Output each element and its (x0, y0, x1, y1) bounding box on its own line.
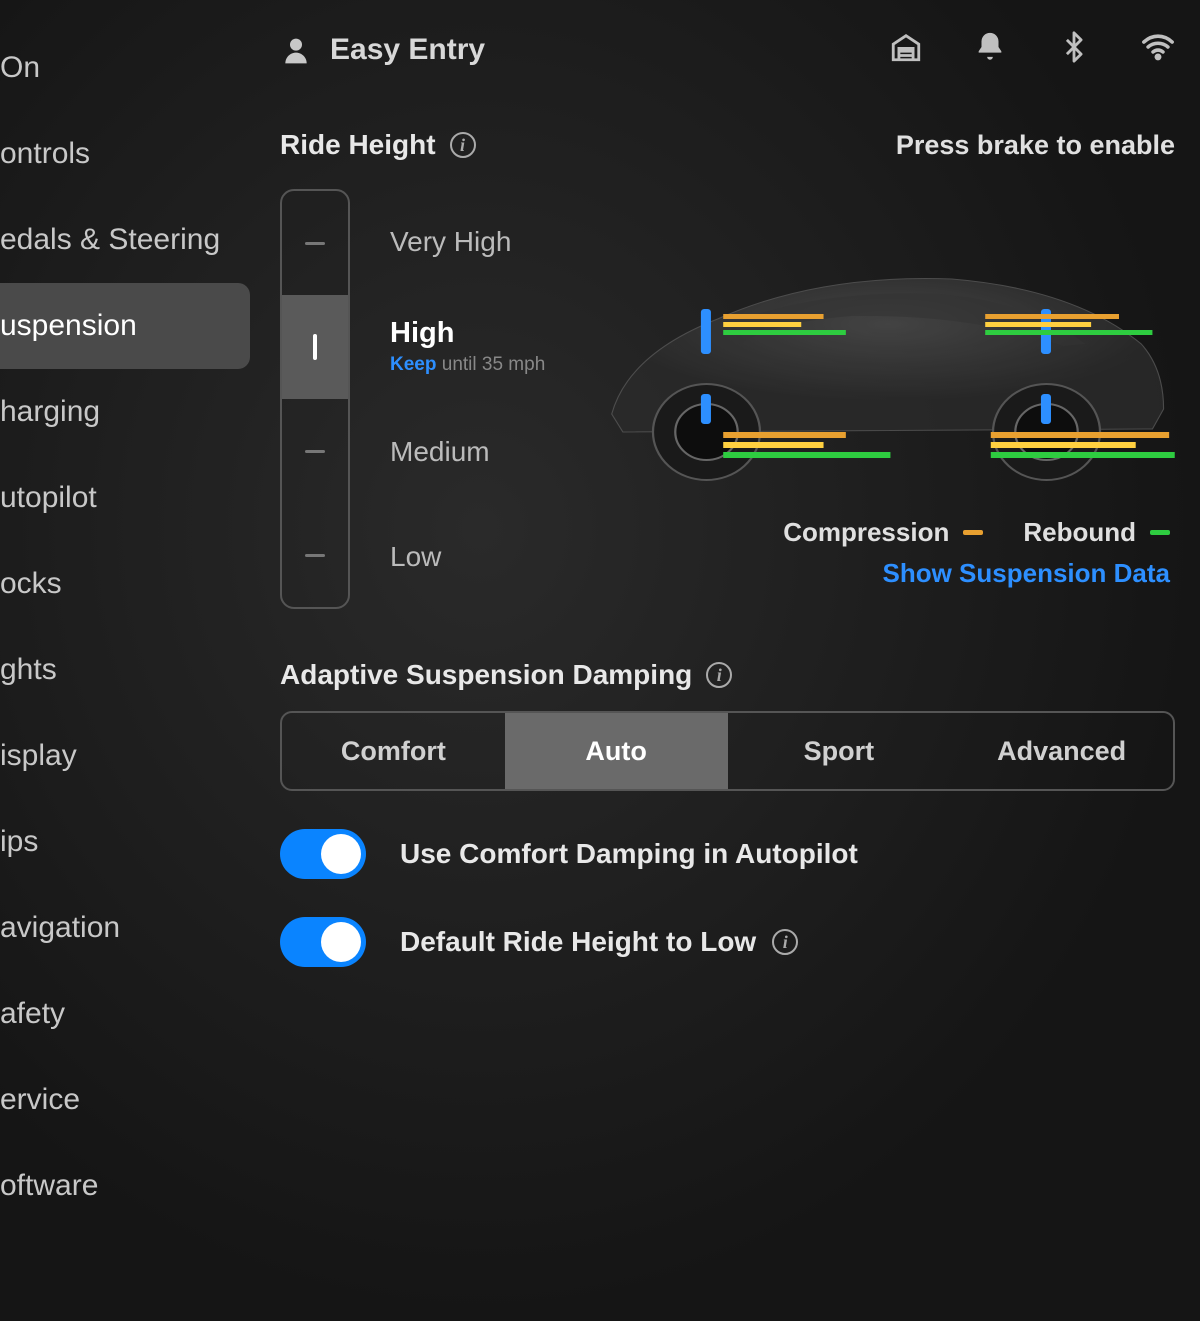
profile-button[interactable]: Easy Entry (280, 33, 485, 67)
main-panel: Easy Entry Ride Height i Press brake to … (250, 0, 1200, 1321)
ride-height-panel: Very High High Keep until 35 mph Medium … (280, 189, 1175, 609)
height-label-very-high: Very High (390, 189, 545, 294)
sidebar-item-trips[interactable]: ips (0, 799, 250, 885)
sidebar-item-locks[interactable]: ocks (0, 541, 250, 627)
wifi-icon[interactable] (1141, 30, 1175, 69)
sidebar-item-lights[interactable]: ghts (0, 627, 250, 713)
height-label-high: High Keep until 35 mph (390, 294, 545, 399)
sidebar-item-pedals-steering[interactable]: edals & Steering (0, 197, 250, 283)
ride-height-labels: Very High High Keep until 35 mph Medium … (380, 189, 545, 609)
height-label-medium: Medium (390, 399, 545, 504)
damping-option-comfort[interactable]: Comfort (282, 713, 505, 789)
damping-mode-selector[interactable]: Comfort Auto Sport Advanced (280, 711, 1175, 791)
damping-option-auto[interactable]: Auto (505, 713, 728, 789)
sidebar-item-controls[interactable]: ontrols (0, 111, 250, 197)
viz-legend: Compression Rebound Show Suspension Data (783, 517, 1170, 589)
toggle-comfort-autopilot-row: Use Comfort Damping in Autopilot (280, 829, 1175, 879)
height-step-very-high[interactable] (282, 191, 348, 295)
bell-icon[interactable] (973, 30, 1007, 69)
sidebar-item-service[interactable]: ervice (0, 1057, 250, 1143)
car-visualization: Compression Rebound Show Suspension Data (575, 189, 1175, 609)
press-brake-note: Press brake to enable (896, 130, 1175, 161)
height-step-low[interactable] (282, 503, 348, 607)
bluetooth-icon[interactable] (1057, 30, 1091, 69)
status-icons (889, 30, 1175, 69)
info-icon[interactable]: i (706, 662, 732, 688)
ride-height-title: Ride Height i (280, 129, 476, 161)
damping-section: Adaptive Suspension Damping i Comfort Au… (280, 659, 1175, 967)
sidebar-item-autopilot[interactable]: utopilot (0, 455, 250, 541)
sidebar-item-navigation[interactable]: avigation (0, 885, 250, 971)
toggle-default-low-row: Default Ride Height to Low i (280, 917, 1175, 967)
toggle-default-low-label: Default Ride Height to Low i (400, 926, 798, 958)
sidebar-item-on[interactable]: On (0, 25, 250, 111)
height-step-high[interactable] (282, 295, 348, 399)
damping-option-advanced[interactable]: Advanced (950, 713, 1173, 789)
rebound-legend: Rebound (1023, 517, 1170, 548)
height-step-medium[interactable] (282, 399, 348, 503)
info-icon[interactable]: i (772, 929, 798, 955)
height-label-low: Low (390, 504, 545, 609)
damping-option-sport[interactable]: Sport (728, 713, 951, 789)
header: Easy Entry (280, 30, 1175, 69)
sidebar-item-software[interactable]: oftware (0, 1143, 250, 1229)
sidebar-item-safety[interactable]: afety (0, 971, 250, 1057)
toggle-comfort-autopilot-label: Use Comfort Damping in Autopilot (400, 838, 858, 870)
damping-title: Adaptive Suspension Damping i (280, 659, 1175, 691)
compression-legend: Compression (783, 517, 983, 548)
profile-label: Easy Entry (330, 33, 485, 67)
show-suspension-data-link[interactable]: Show Suspension Data (883, 558, 1171, 589)
sidebar-item-suspension[interactable]: uspension (0, 283, 250, 369)
info-icon[interactable]: i (450, 132, 476, 158)
ride-height-header: Ride Height i Press brake to enable (280, 129, 1175, 161)
toggle-default-low[interactable] (280, 917, 366, 967)
car-image (595, 254, 1175, 484)
toggle-comfort-autopilot[interactable] (280, 829, 366, 879)
person-icon (280, 34, 312, 66)
sidebar-item-display[interactable]: isplay (0, 713, 250, 799)
garage-icon[interactable] (889, 30, 923, 69)
sidebar-item-charging[interactable]: harging (0, 369, 250, 455)
ride-height-slider[interactable] (280, 189, 350, 609)
sidebar: On ontrols edals & Steering uspension ha… (0, 0, 250, 1321)
